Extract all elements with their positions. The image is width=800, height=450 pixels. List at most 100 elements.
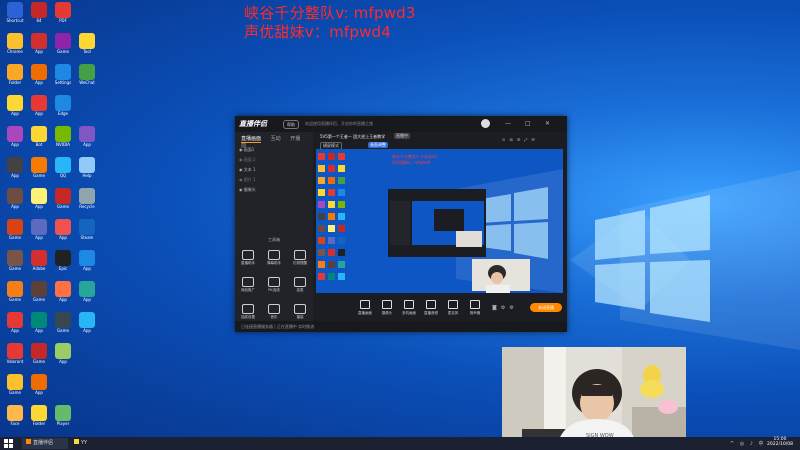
bottom-tool-camera[interactable]: 摄像头 [378, 300, 396, 316]
desktop-icon[interactable]: App [74, 250, 100, 276]
desktop-icon[interactable]: App [2, 157, 28, 183]
minimize-button[interactable]: — [505, 120, 511, 127]
source-item[interactable]: ◉ 文本 1 [239, 167, 256, 175]
desktop-icon[interactable]: Game [50, 33, 76, 59]
desktop-icon[interactable]: App [2, 188, 28, 214]
desktop-icon[interactable]: App [50, 219, 76, 245]
bottom-tool-audio[interactable]: 直播音频 [422, 300, 440, 316]
desktop-icon[interactable]: App [26, 219, 52, 245]
desktop-icon[interactable]: Adobe [26, 250, 52, 276]
source-item[interactable]: ◉ 摄像头 [239, 187, 256, 195]
desktop-icon[interactable]: App [50, 281, 76, 307]
desktop-icon[interactable]: Game [2, 250, 28, 276]
tool-mic-link[interactable]: 连麦 [289, 277, 311, 293]
desktop-icon[interactable]: Folder [26, 405, 52, 431]
desktop-icon[interactable]: App [2, 95, 28, 121]
desktop-icon[interactable]: App [74, 312, 100, 338]
desktop-icon[interactable]: Game [26, 281, 52, 307]
desktop-icon[interactable]: Folder [2, 64, 28, 90]
desktop-icon[interactable]: Game [2, 374, 28, 400]
desktop-icon-label: App [59, 235, 67, 240]
desktop-icon[interactable]: Edge [50, 95, 76, 121]
app-icon [55, 126, 71, 142]
desktop-icon[interactable]: App [2, 312, 28, 338]
app-icon [7, 33, 23, 49]
source-item[interactable]: ◉ 图片 1 [239, 177, 256, 185]
go-live-button[interactable]: 关闭直播 [530, 303, 562, 312]
source-item[interactable]: ◉ 画面1 [239, 147, 254, 155]
desktop-icon[interactable]: App [74, 126, 100, 152]
desktop-icon-label: PDF [59, 18, 67, 23]
bottom-tool-mic[interactable]: 麦克风 [444, 300, 462, 316]
desktop-icon[interactable]: Settings [50, 64, 76, 90]
desktop-icon[interactable]: Game [50, 188, 76, 214]
desktop-icon[interactable]: Game [26, 157, 52, 183]
desktop-icon[interactable]: Recycle [74, 188, 100, 214]
tool-gift[interactable]: 礼物提醒 [289, 250, 311, 266]
app-icon [79, 312, 95, 328]
desktop-icon-label: App [35, 390, 43, 395]
preview-icons[interactable]: ⊙⊞☰⤢✉ [502, 137, 539, 142]
desktop-icon[interactable]: QQ [50, 157, 76, 183]
preview-canvas[interactable]: 峡谷千分整队v: mfpwd3 声优甜妹v：mfpwd4 [316, 149, 563, 293]
maximize-button[interactable]: □ [525, 120, 531, 127]
desktop-icon[interactable]: App [26, 64, 52, 90]
desktop-icon[interactable]: Help [74, 157, 100, 183]
tool-live-assistant[interactable]: 直播助手 [237, 250, 259, 266]
desktop-icon[interactable]: App [26, 374, 52, 400]
tool-danmu[interactable]: 弹幕助手 [263, 250, 285, 266]
desktop-icon[interactable]: Steam [74, 219, 100, 245]
tool-fortune-bag[interactable]: 福袋 [289, 304, 311, 320]
desktop-icon[interactable]: Game [50, 312, 76, 338]
bottom-tool-speaker[interactable]: 扬声器 [466, 300, 484, 316]
help-badge[interactable]: 帮助 [283, 120, 299, 129]
desktop-icon[interactable]: App [26, 188, 52, 214]
desktop-icon[interactable]: Bot [26, 126, 52, 152]
desktop-icon[interactable]: Epic [50, 250, 76, 276]
desktop-icon[interactable]: Player [50, 405, 76, 431]
tab-interact[interactable]: 互动 [271, 136, 281, 142]
desktop-icon[interactable]: 64 [26, 2, 52, 28]
app-icon [55, 157, 71, 173]
desktop-icon[interactable]: App [26, 312, 52, 338]
desktop-icon[interactable]: App [2, 126, 28, 152]
desktop-icon[interactable]: Chrome [2, 33, 28, 59]
bottom-tool-multi[interactable]: 多机画面 [400, 300, 418, 316]
source-item[interactable]: ◉ 画面 2 [239, 157, 256, 165]
overlay-text-line2: 声优甜妹v：mfpwd4 [244, 23, 392, 41]
app-icon [55, 2, 71, 18]
desktop-icon[interactable]: App [50, 343, 76, 369]
desktop-icon[interactable]: Game [2, 219, 28, 245]
start-button[interactable] [4, 439, 13, 448]
tool-music[interactable]: 音乐 [263, 304, 285, 320]
desktop-icon-label: Game [33, 173, 45, 178]
desktop-icon[interactable]: WeChat [74, 64, 100, 90]
avatar[interactable] [481, 119, 490, 128]
desktop-icon[interactable]: Game [2, 281, 28, 307]
close-button[interactable]: ✕ [545, 120, 550, 127]
bottom-tool-scene[interactable]: 直播画面 [356, 300, 374, 316]
desktop-icon[interactable]: Face [2, 405, 28, 431]
taskbar: 直播伴侣 YY ^ ◎ ♪ 中 15:00 2022/10/08 [0, 437, 800, 450]
desktop-icon[interactable]: Valorant [2, 343, 28, 369]
desktop-icon[interactable]: Game [26, 343, 52, 369]
tool-lottery[interactable]: 抽奖设置 [237, 304, 259, 320]
desktop-icon[interactable]: Shortcut [2, 2, 28, 28]
desktop-icon[interactable]: App [74, 281, 100, 307]
desktop-icon-label: Folder [8, 80, 22, 85]
settings-icons[interactable]: ◙⚙⚙ [492, 305, 518, 311]
desktop-icon[interactable]: NVIDIA [50, 126, 76, 152]
tab-scene[interactable]: 直播画面 [241, 136, 262, 143]
adjust-button[interactable]: 画面调整 [368, 142, 388, 148]
desktop-icon[interactable]: App [26, 95, 52, 121]
clock[interactable]: 15:00 2022/10/08 [765, 437, 795, 447]
desktop-icon[interactable]: App [26, 33, 52, 59]
tray-icons[interactable]: ^ ◎ ♪ 中 [730, 440, 766, 447]
desktop-icon[interactable]: PDF [50, 2, 76, 28]
desktop-icon[interactable]: Tool [74, 33, 100, 59]
taskbar-item-stream-app[interactable]: 直播伴侣 [22, 438, 68, 449]
tool-pk[interactable]: PK连线 [263, 277, 285, 293]
taskbar-item-yy[interactable]: YY [70, 438, 114, 449]
tool-goods[interactable]: 商品推广 [237, 277, 259, 293]
announcement-text: 欢迎使用直播伴侣，开启你的直播之旅 [305, 121, 373, 126]
